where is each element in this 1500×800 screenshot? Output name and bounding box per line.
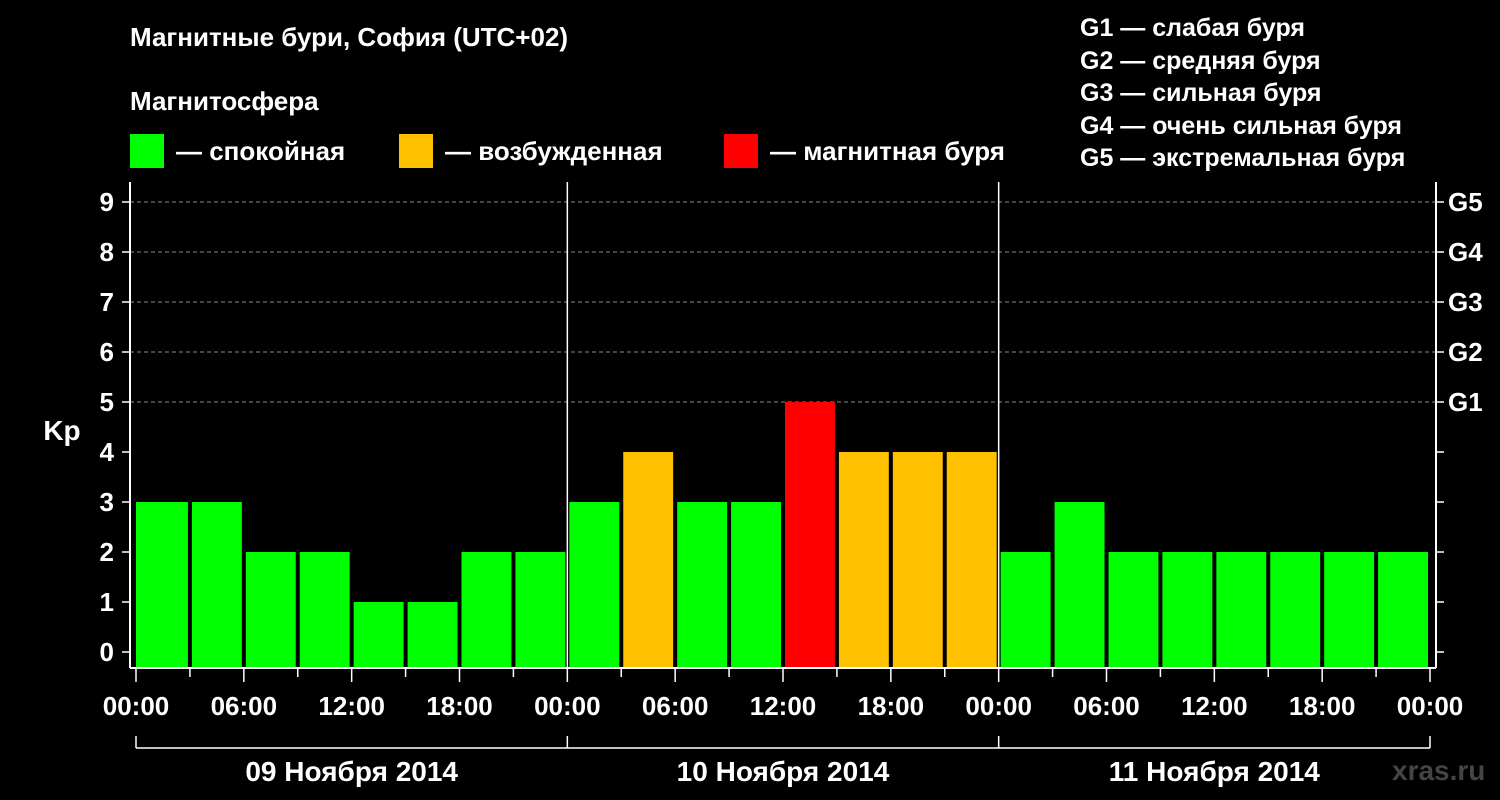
x-tick-label-10: 12:00 bbox=[1181, 691, 1248, 721]
kp-bar-10 bbox=[677, 502, 728, 668]
kp-bar-22 bbox=[1324, 552, 1375, 668]
x-tick-label-9: 06:00 bbox=[1073, 691, 1140, 721]
y-axis-label: Kp bbox=[43, 415, 80, 446]
kp-bar-4 bbox=[353, 602, 404, 668]
kp-bar-23 bbox=[1378, 552, 1428, 668]
kp-bar-19 bbox=[1162, 552, 1213, 668]
kp-bar-17 bbox=[1054, 502, 1105, 668]
kp-bar-0 bbox=[136, 502, 188, 668]
x-tick-label-2: 12:00 bbox=[318, 691, 385, 721]
x-tick-label-7: 18:00 bbox=[858, 691, 925, 721]
kp-bar-20 bbox=[1216, 552, 1267, 668]
y-tick-label-4: 4 bbox=[100, 437, 115, 467]
x-tick-label-3: 18:00 bbox=[426, 691, 493, 721]
kp-bar-21 bbox=[1270, 552, 1321, 668]
kp-bar-15 bbox=[946, 452, 997, 668]
y-tick-label-6: 6 bbox=[100, 337, 114, 367]
kp-bar-3 bbox=[299, 552, 350, 668]
y-tick-label-7: 7 bbox=[100, 287, 114, 317]
y-tick-label-2: 2 bbox=[100, 537, 114, 567]
g-scale-label-g3: G3 bbox=[1448, 287, 1483, 317]
y-tick-label-5: 5 bbox=[100, 387, 114, 417]
g-scale-label-g4: G4 bbox=[1448, 237, 1483, 267]
g-scale-label-g1: G1 bbox=[1448, 387, 1483, 417]
kp-bar-12 bbox=[785, 402, 835, 668]
y-tick-label-8: 8 bbox=[100, 237, 114, 267]
kp-bar-13 bbox=[838, 452, 889, 668]
kp-bar-11 bbox=[731, 502, 781, 668]
x-tick-label-6: 12:00 bbox=[750, 691, 817, 721]
kp-bar-14 bbox=[892, 452, 943, 668]
kp-bar-16 bbox=[1000, 552, 1051, 668]
kp-bar-5 bbox=[407, 602, 458, 668]
day-label-2: 11 Ноября 2014 bbox=[1109, 756, 1321, 787]
g-scale-label-g5: G5 bbox=[1448, 187, 1483, 217]
y-tick-label-1: 1 bbox=[100, 587, 114, 617]
x-tick-label-5: 06:00 bbox=[642, 691, 709, 721]
x-tick-label-11: 18:00 bbox=[1289, 691, 1356, 721]
g-scale-label-g2: G2 bbox=[1448, 337, 1483, 367]
day-label-1: 10 Ноября 2014 bbox=[677, 756, 890, 787]
x-tick-label-1: 06:00 bbox=[211, 691, 278, 721]
x-tick-label-0: 00:00 bbox=[103, 691, 170, 721]
kp-bar-1 bbox=[191, 502, 242, 668]
day-label-0: 09 Ноября 2014 bbox=[245, 756, 458, 787]
kp-bar-8 bbox=[569, 502, 620, 668]
y-tick-label-9: 9 bbox=[100, 187, 114, 217]
x-tick-label-8: 00:00 bbox=[965, 691, 1032, 721]
y-tick-label-3: 3 bbox=[100, 487, 114, 517]
kp-bar-chart: 0 1 2 3 4 5 6 7 8 9 G1 G2 G3 G4 G5 Kp 00:00 06:00 12:00 18:… bbox=[43, 182, 1483, 787]
kp-bar-18 bbox=[1108, 552, 1159, 668]
x-tick-label-12: 00:00 bbox=[1397, 691, 1464, 721]
kp-bar-2 bbox=[245, 552, 296, 668]
kp-bar-7 bbox=[515, 552, 566, 668]
watermark: xras.ru bbox=[1392, 755, 1486, 786]
kp-bar-6 bbox=[461, 552, 512, 668]
kp-bar-9 bbox=[623, 452, 674, 668]
y-tick-label-0: 0 bbox=[100, 637, 114, 667]
x-tick-label-4: 00:00 bbox=[534, 691, 601, 721]
